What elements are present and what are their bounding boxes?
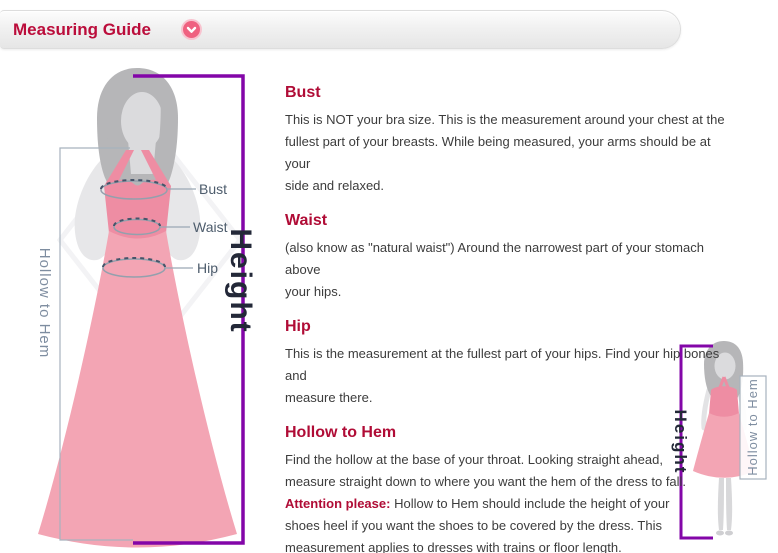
- height-label: Height: [224, 228, 257, 333]
- bust-description: This is NOT your bra size. This is the m…: [285, 109, 727, 197]
- hollow-heading: Hollow to Hem: [285, 424, 727, 441]
- section-hollow-to-hem: Hollow to Hem Find the hollow at the bas…: [285, 424, 727, 553]
- waist-heading: Waist: [285, 212, 727, 229]
- hip-description: This is the measurement at the fullest p…: [285, 343, 727, 409]
- hip-heading: Hip: [285, 318, 727, 335]
- small-hollow-label: Hollow to Hem: [745, 378, 760, 476]
- hollow-description: Find the hollow at the base of your thro…: [285, 449, 727, 553]
- hollow-to-hem-label: Hollow to Hem: [36, 248, 53, 359]
- section-waist: Waist (also know as "natural waist") Aro…: [285, 212, 727, 303]
- dress-bodice: [104, 180, 171, 239]
- waist-description: (also know as "natural waist") Around th…: [285, 237, 727, 303]
- bust-label: Bust: [199, 181, 227, 197]
- bust-heading: Bust: [285, 84, 727, 101]
- main-figure: Bust Waist Hip Hollow to Hem Height: [36, 68, 257, 548]
- section-hip: Hip This is the measurement at the fulle…: [285, 318, 727, 409]
- section-bust: Bust This is NOT your bra size. This is …: [285, 84, 727, 197]
- waist-label: Waist: [193, 219, 228, 235]
- hip-label: Hip: [197, 260, 218, 276]
- attention-label: Attention please:: [285, 496, 390, 511]
- measuring-guide-page: Measuring Guide: [0, 0, 778, 553]
- measuring-instructions: Bust This is NOT your bra size. This is …: [285, 84, 727, 553]
